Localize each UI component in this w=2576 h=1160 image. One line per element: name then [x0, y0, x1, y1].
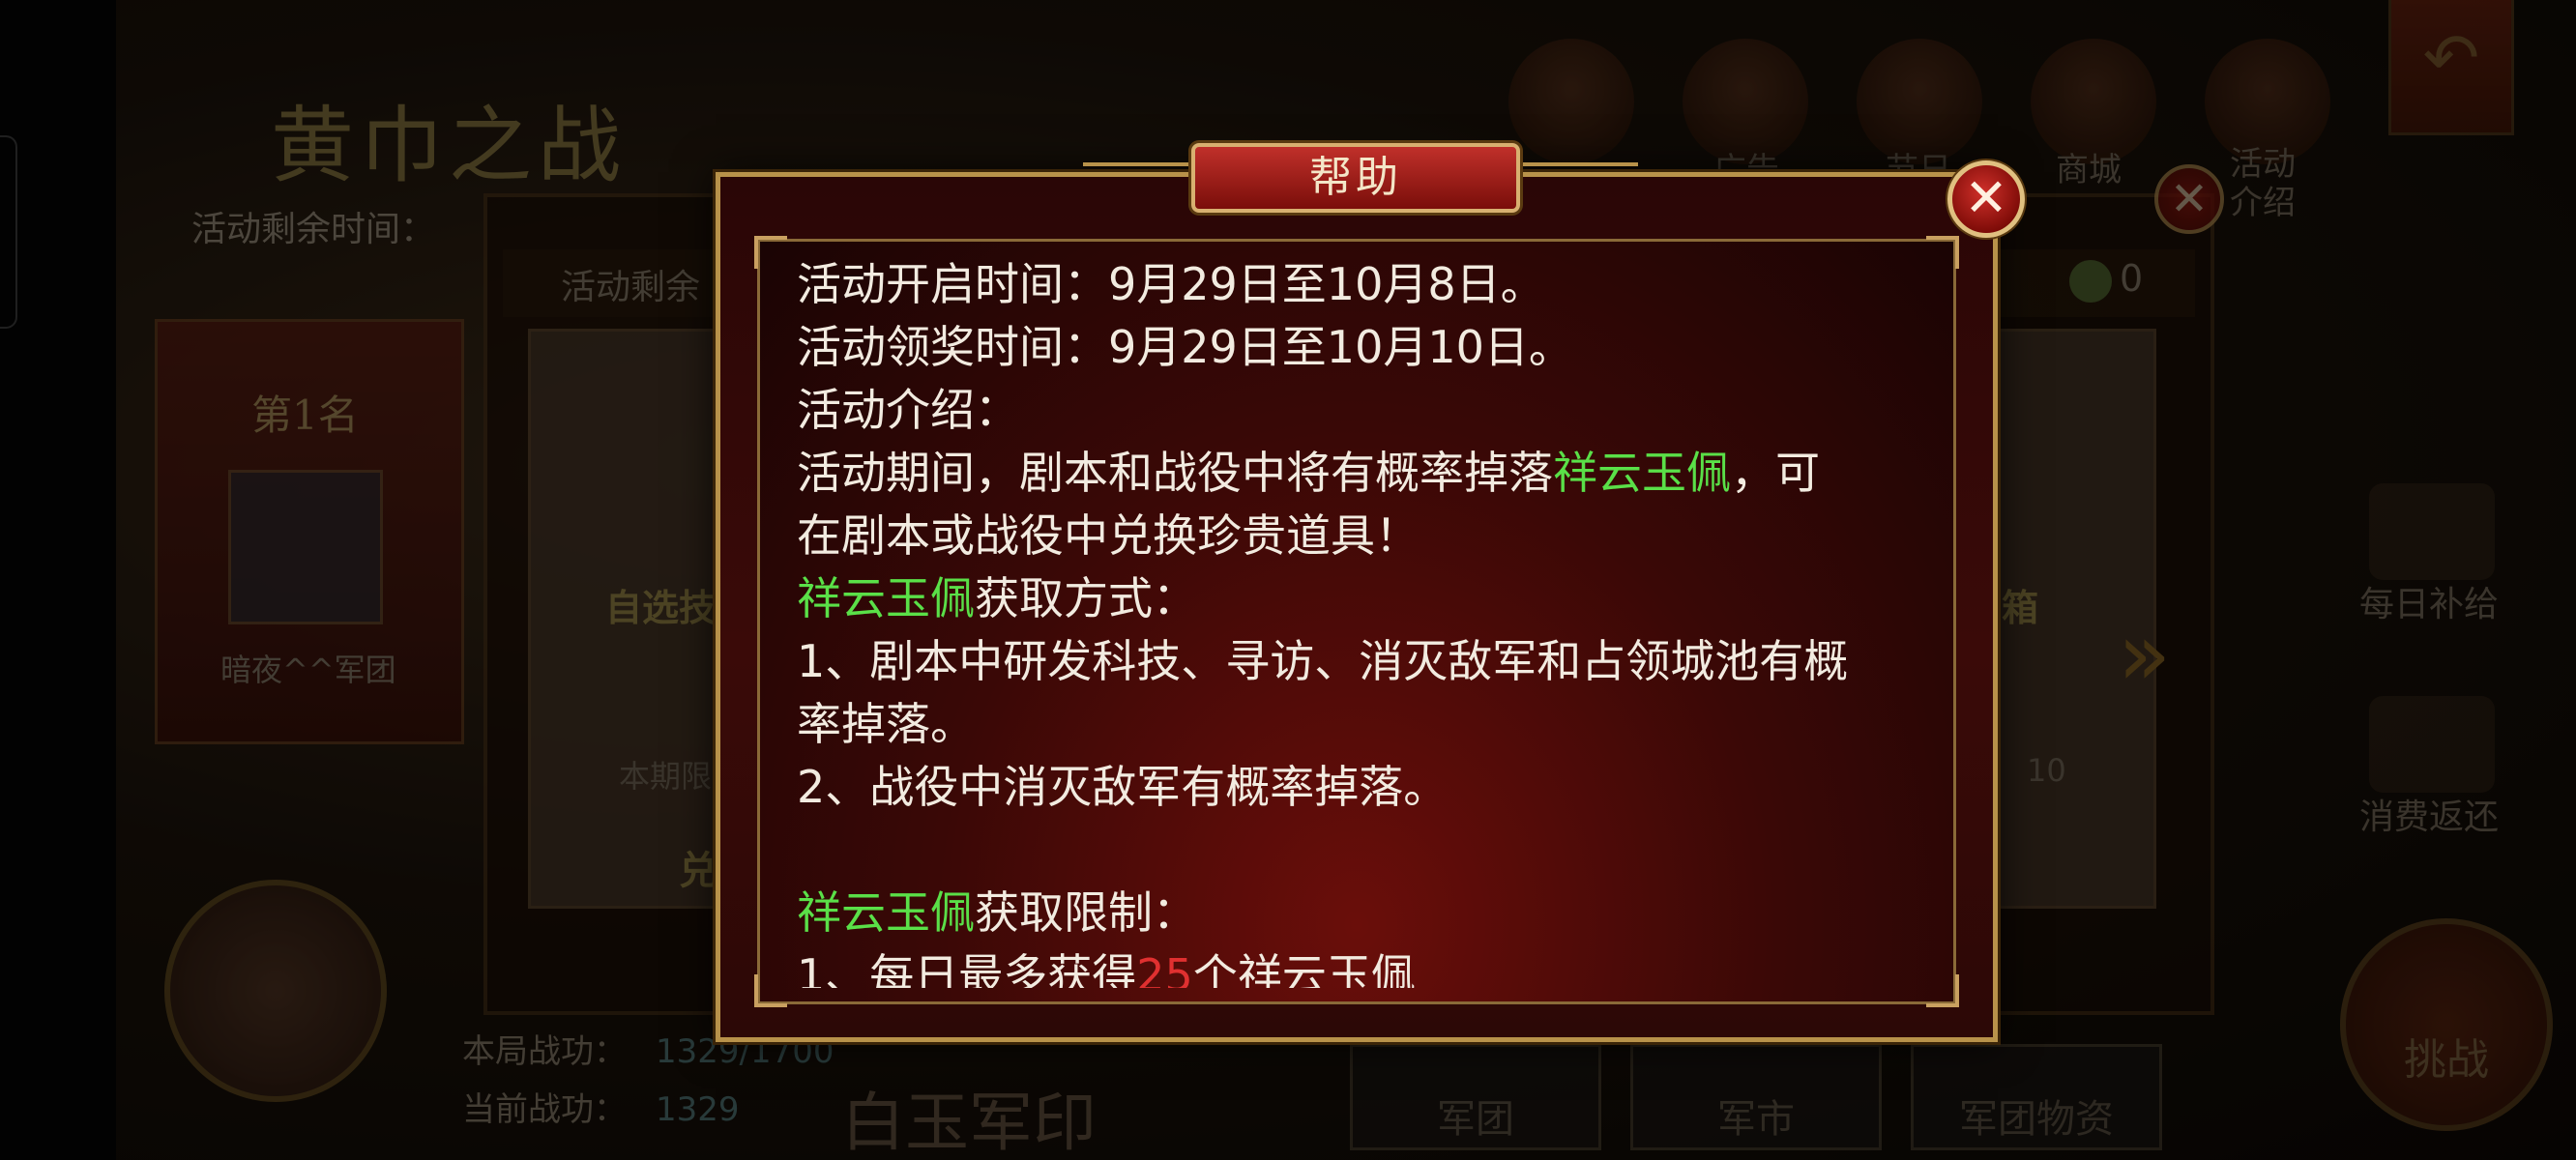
challenge-button[interactable]: 挑战: [2340, 918, 2553, 1131]
left-black-bar: [0, 0, 116, 1160]
help-dialog-title-plate: 帮助: [1191, 143, 1520, 213]
rank-avatar[interactable]: [228, 470, 383, 624]
spend-rebate-icon[interactable]: [2369, 696, 2495, 793]
panel-timer-label: 活动剩余: [561, 268, 701, 307]
left-card-title: 自选技: [605, 587, 717, 629]
help-dialog-title: 帮助: [1309, 153, 1402, 202]
help-line-limit-1: 1、每日最多获得25个祥云玉佩: [797, 944, 1928, 988]
currency-count: 0: [2069, 257, 2143, 303]
rank-title: 第1名: [251, 392, 359, 439]
help-line-intro-text-cont: 在剧本或战役中兑换珍贵道具！: [797, 509, 1420, 562]
frame-corner-ornament: [1926, 974, 1959, 1007]
event-title: 黄巾之战: [271, 98, 627, 194]
help-line-claim-time: 活动领奖时间：9月29日至10月10日。: [797, 321, 1573, 373]
help-line-open-time: 活动开启时间：9月29日至10月8日。: [797, 258, 1545, 310]
help-line-obtain-1-cont: 率掉落。: [797, 698, 975, 750]
rank-name: 暗夜^^军团: [220, 652, 396, 688]
help-line-intro-text: 活动期间，剧本和战役中将有概率掉落祥云玉佩，可: [797, 447, 1820, 499]
event-timer-label: 活动剩余时间：: [191, 210, 436, 249]
title-wing-ornament-right: [1522, 162, 1638, 191]
top-menu-shop-label: 商城: [2056, 151, 2122, 189]
help-line-intro-heading: 活动介绍：: [797, 384, 1019, 436]
help-line-obtain-1: 1、剧本中研发科技、寻访、消灭敌军和占领城池有概: [797, 635, 1849, 687]
frame-corner-ornament: [754, 974, 787, 1007]
back-button[interactable]: ↶: [2388, 0, 2514, 135]
refresh-icon[interactable]: [1508, 39, 1634, 164]
side-menu-daily-supply[interactable]: 每日补给: [2359, 576, 2499, 626]
frame-corner-ornament: [754, 236, 787, 269]
tab-military-market[interactable]: 军市: [1630, 1044, 1882, 1150]
top-menu-event-info-label: 活动 介绍: [2230, 145, 2296, 222]
help-text-scroll-area[interactable]: 活动开启时间：9月29日至10月8日。 活动领奖时间：9月29日至10月10日。…: [797, 253, 1928, 988]
right-card-value: 10: [2027, 752, 2066, 789]
limit-number: 25: [1136, 949, 1193, 988]
left-card-footer: 本期限: [619, 758, 713, 795]
seal-name: 白玉军印: [841, 1086, 1097, 1160]
item-name-highlight: 祥云玉佩: [797, 886, 975, 939]
help-line-limit-heading: 祥云玉佩获取限制：: [797, 886, 1197, 939]
screen-notch-indicator: [0, 135, 17, 329]
background-panel-close-button[interactable]: ✕: [2154, 164, 2224, 234]
frame-corner-ornament: [1926, 236, 1959, 269]
tab-legion-supplies[interactable]: 军团物资: [1911, 1044, 2162, 1150]
right-card-title: 箱: [2002, 587, 2039, 629]
daily-supply-icon[interactable]: [2369, 483, 2495, 580]
jade-currency-icon: [2069, 259, 2112, 303]
close-icon: ✕: [1964, 167, 2008, 228]
back-arrow-icon: ↶: [2422, 18, 2480, 98]
title-wing-ornament-left: [1083, 162, 1199, 191]
stat-total: 当前战功： 1329: [462, 1090, 740, 1129]
tab-legion[interactable]: 军团: [1350, 1044, 1601, 1150]
side-menu-spend-rebate[interactable]: 消费返还: [2359, 789, 2499, 839]
help-line-obtain-2: 2、战役中消灭敌军有概率掉落。: [797, 761, 1449, 813]
hero-portrait[interactable]: [164, 880, 387, 1102]
next-arrow-icon[interactable]: »: [2118, 604, 2171, 706]
item-name-highlight: 祥云玉佩: [797, 572, 975, 624]
left-card-exchange-button[interactable]: 兑: [679, 839, 717, 895]
item-name-highlight: 祥云玉佩: [1553, 447, 1731, 499]
help-dialog-close-button[interactable]: ✕: [1947, 160, 2025, 238]
help-line-obtain-heading: 祥云玉佩获取方式：: [797, 572, 1197, 624]
